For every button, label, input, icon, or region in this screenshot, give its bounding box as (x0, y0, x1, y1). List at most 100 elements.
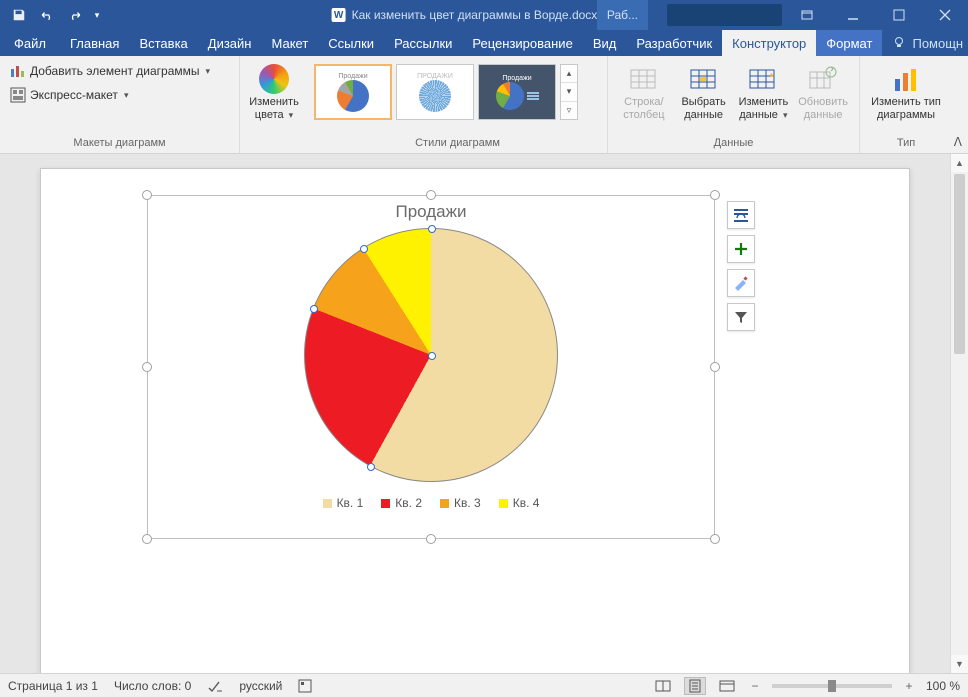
edit-data-button[interactable]: Изменить данные ▾ (734, 60, 794, 124)
tab-chart-format[interactable]: Формат (816, 30, 882, 56)
status-page[interactable]: Страница 1 из 1 (8, 679, 98, 693)
data-point-handle[interactable] (428, 225, 436, 233)
group-chart-layouts: Добавить элемент диаграммы▾ Экспресс-мак… (0, 56, 240, 153)
maximize-button[interactable] (876, 0, 922, 30)
tell-me-search[interactable]: Помощн (882, 30, 968, 56)
selection-handle[interactable] (142, 362, 152, 372)
legend-item[interactable]: Кв. 4 (499, 496, 540, 510)
legend-item[interactable]: Кв. 2 (381, 496, 422, 510)
close-button[interactable] (922, 0, 968, 30)
collapse-ribbon-button[interactable]: ᐱ (954, 135, 962, 149)
tab-references[interactable]: Ссылки (318, 30, 384, 56)
gallery-expand-icon[interactable]: ▿ (561, 102, 577, 119)
data-point-handle[interactable] (310, 305, 318, 313)
selection-handle[interactable] (142, 190, 152, 200)
chart-tools-contextual-header: Раб... (597, 0, 648, 30)
document-title-text: Как изменить цвет диаграммы в Ворде.docx… (352, 8, 637, 22)
ribbon-display-options[interactable] (784, 0, 830, 30)
chart-filters-button[interactable] (727, 303, 755, 331)
group-chart-styles-label: Стили диаграмм (308, 135, 607, 153)
status-language[interactable]: русский (239, 679, 282, 693)
change-colors-button[interactable]: Изменить цвета ▾ (245, 60, 303, 124)
data-point-handle[interactable] (367, 463, 375, 471)
undo-button[interactable] (34, 2, 60, 28)
legend-label: Кв. 2 (395, 496, 422, 510)
view-read-mode[interactable] (652, 677, 674, 695)
chart-style-2[interactable]: ПРОДАЖИ (396, 64, 474, 120)
group-type-label: Тип (860, 135, 952, 153)
add-element-icon (10, 63, 26, 79)
qat-customize[interactable]: ▾ (90, 2, 104, 28)
selection-handle[interactable] (426, 190, 436, 200)
chart-style-3[interactable]: Продажи (478, 64, 556, 120)
save-button[interactable] (6, 2, 32, 28)
tab-view[interactable]: Вид (583, 30, 627, 56)
scroll-up-button[interactable]: ▲ (951, 154, 968, 172)
add-chart-element-button[interactable]: Добавить элемент диаграммы▾ (6, 60, 214, 82)
zoom-slider-thumb[interactable] (828, 680, 836, 692)
pie-chart[interactable] (304, 228, 558, 482)
select-data-button[interactable]: Выбрать данные (674, 60, 734, 124)
tab-mailings[interactable]: Рассылки (384, 30, 462, 56)
legend-label: Кв. 4 (513, 496, 540, 510)
selection-handle[interactable] (710, 534, 720, 544)
legend-item[interactable]: Кв. 3 (440, 496, 481, 510)
chart-object[interactable]: Продажи Кв. 1Кв. 2Кв. 3Кв. 4 (147, 195, 715, 539)
quick-layout-button[interactable]: Экспресс-макет▾ (6, 84, 214, 106)
zoom-slider[interactable] (772, 684, 892, 688)
page[interactable]: Продажи Кв. 1Кв. 2Кв. 3Кв. 4 (40, 168, 910, 673)
zoom-in-button[interactable]: + (902, 679, 916, 693)
tab-file[interactable]: Файл (0, 30, 60, 56)
data-point-handle[interactable] (360, 245, 368, 253)
scroll-down-button[interactable]: ▼ (951, 655, 968, 673)
word-icon: W (332, 8, 346, 22)
switch-row-column-icon (629, 62, 659, 96)
view-web-layout[interactable] (716, 677, 738, 695)
selection-handle[interactable] (710, 190, 720, 200)
scroll-track[interactable] (951, 172, 968, 655)
status-macro-icon[interactable] (298, 679, 312, 693)
chart-styles-more[interactable]: ▴ ▾ ▿ (560, 64, 578, 120)
group-chart-styles: Продажи ПРОДАЖИ Продажи (308, 56, 608, 153)
chart-elements-button[interactable] (727, 235, 755, 263)
legend-item[interactable]: Кв. 1 (323, 496, 364, 510)
selection-handle[interactable] (142, 534, 152, 544)
scroll-thumb[interactable] (954, 174, 965, 354)
legend-swatch (323, 499, 332, 508)
gallery-up-icon[interactable]: ▴ (561, 65, 577, 83)
zoom-percent[interactable]: 100 % (926, 679, 960, 693)
change-chart-type-button[interactable]: Изменить тип диаграммы (866, 60, 946, 124)
ribbon: Добавить элемент диаграммы▾ Экспресс-мак… (0, 56, 968, 154)
quick-layout-label: Экспресс-макет (30, 88, 118, 102)
tell-me-label: Помощн (912, 36, 963, 51)
legend-swatch (499, 499, 508, 508)
layout-options-button[interactable] (727, 201, 755, 229)
chart-styles-button[interactable] (727, 269, 755, 297)
gallery-down-icon[interactable]: ▾ (561, 83, 577, 101)
tab-home[interactable]: Главная (60, 30, 129, 56)
window-controls (784, 0, 968, 30)
data-point-handle[interactable] (428, 352, 436, 360)
status-spellcheck-icon[interactable] (207, 679, 223, 693)
view-print-layout[interactable] (684, 677, 706, 695)
selection-handle[interactable] (426, 534, 436, 544)
legend-swatch (440, 499, 449, 508)
tab-layout[interactable]: Макет (261, 30, 318, 56)
tab-chart-design[interactable]: Конструктор (722, 30, 816, 56)
legend-label: Кв. 1 (337, 496, 364, 510)
minimize-button[interactable] (830, 0, 876, 30)
select-data-icon (689, 62, 719, 96)
tab-design[interactable]: Дизайн (198, 30, 262, 56)
tab-insert[interactable]: Вставка (129, 30, 197, 56)
status-word-count[interactable]: Число слов: 0 (114, 679, 191, 693)
tab-review[interactable]: Рецензирование (462, 30, 582, 56)
tab-developer[interactable]: Разработчик (626, 30, 722, 56)
chart-legend[interactable]: Кв. 1 Кв. 2 Кв. 3 Кв. 4 (148, 496, 714, 510)
obscured-region (667, 4, 782, 26)
redo-button[interactable] (62, 2, 88, 28)
chart-style-1[interactable]: Продажи (314, 64, 392, 120)
switch-row-column-button: Строка/ столбец (614, 60, 674, 124)
vertical-scrollbar[interactable]: ▲ ▼ (950, 154, 968, 673)
selection-handle[interactable] (710, 362, 720, 372)
zoom-out-button[interactable]: − (748, 679, 762, 693)
